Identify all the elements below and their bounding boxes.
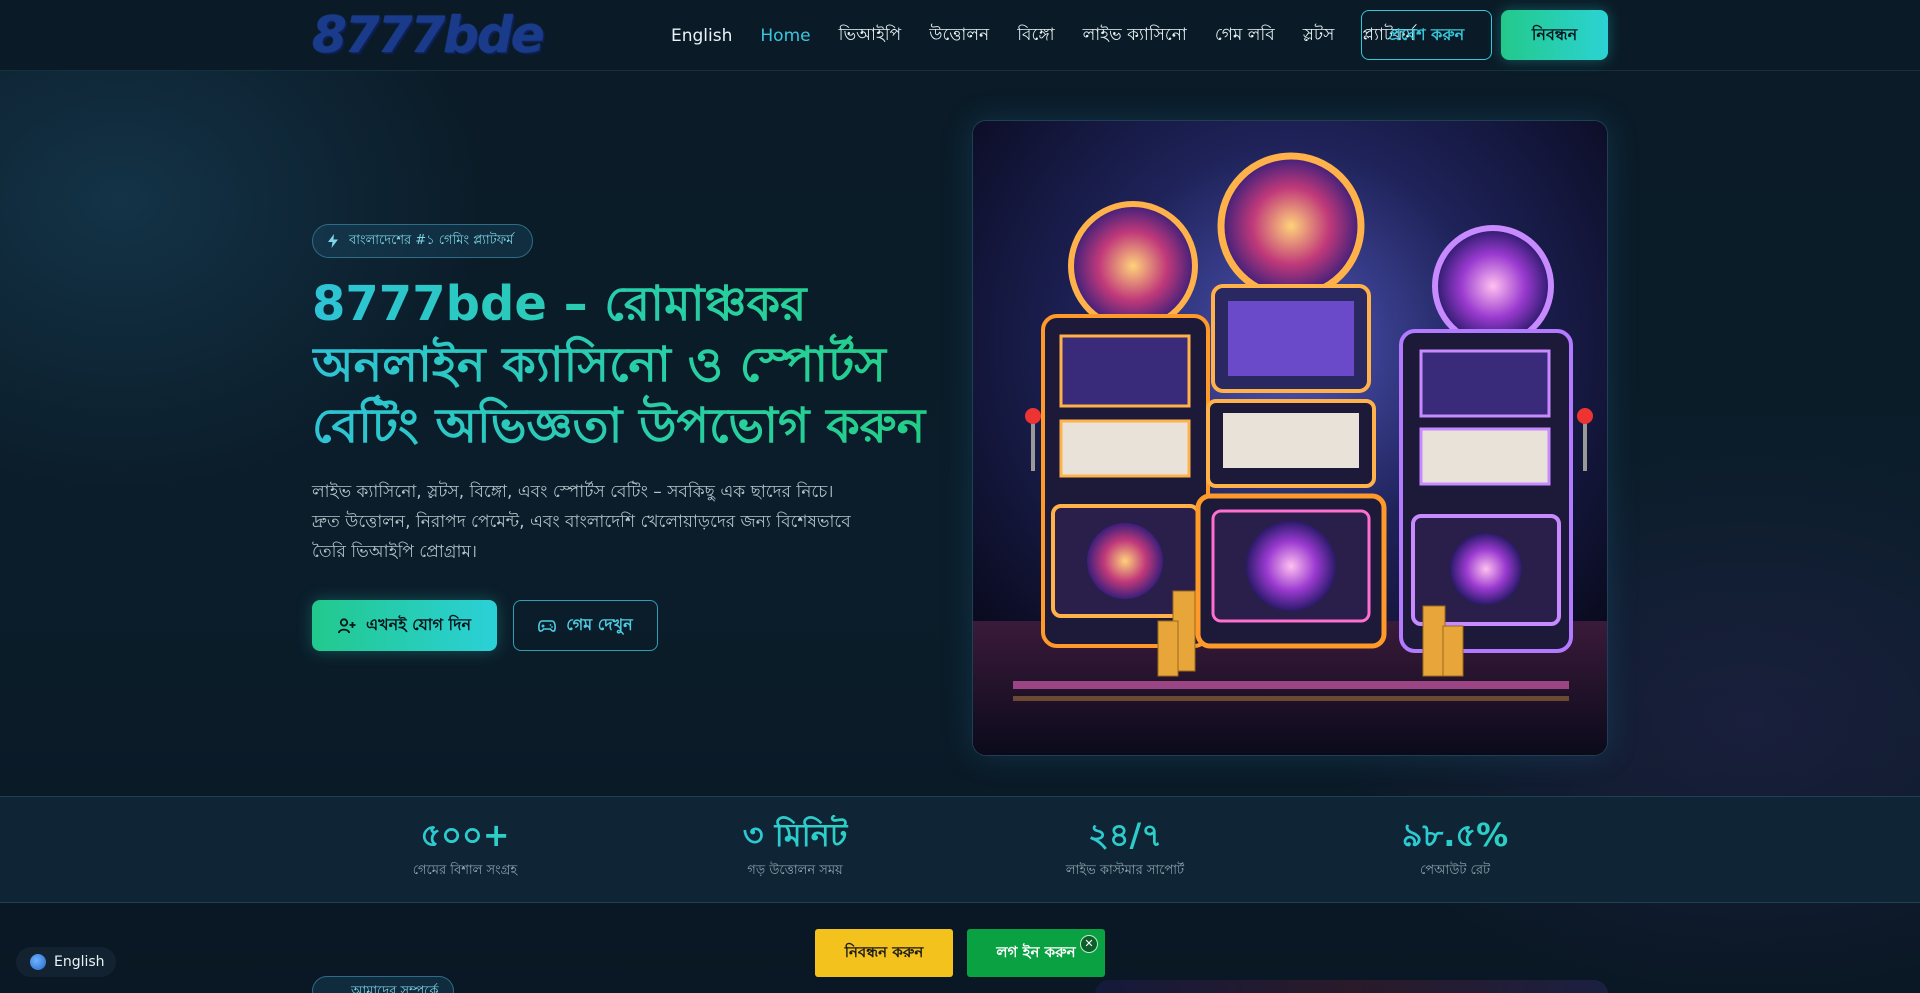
close-icon[interactable]: ✕ [1080,935,1098,953]
nav-item-game-lobby[interactable]: গেম লবি [1215,22,1275,50]
join-now-button[interactable]: এখনই যোগ দিন [312,600,497,651]
join-now-label: এখনই যোগ দিন [365,615,472,634]
nav-item-slots[interactable]: স্লটস [1303,22,1335,50]
bolt-icon [328,234,338,248]
login-button[interactable]: প্রবেশ করুন [1361,10,1492,60]
user-plus-icon [337,617,356,633]
nav-item-english[interactable]: English [671,26,732,46]
stat-value: ৫০০+ [345,815,585,855]
language-label: English [54,954,105,970]
nav-item-vip[interactable]: ভিআইপি [839,22,902,50]
hero-title: 8777bde – রোমাঞ্চকর অনলাইন ক্যাসিনো ও স্… [312,274,952,457]
language-switcher[interactable]: English [16,947,116,977]
hero-slot-machines-image [972,120,1608,756]
stat-label: লাইভ কাস্টমার সাপোর্ট [1065,863,1185,878]
stat-value: ৩ মিনিট [675,815,915,855]
stats-bar: ৫০০+ গেমের বিশাল সংগ্রহ ৩ মিনিট গড় উত্ত… [0,796,1920,903]
gamepad-icon [538,619,557,632]
stat-label: পেআউট রেট [1419,863,1491,878]
stat-support: ২৪/৭ লাইভ কাস্টমার সাপোর্ট [1005,815,1245,882]
stat-payout: ৯৮.৫% পেআউট রেট [1335,815,1575,882]
site-header: 8777bde English Home ভিআইপি উত্তোলন বিঙ্… [0,0,1920,71]
view-games-label: গেম দেখুন [566,615,633,634]
stat-label: গড় উত্তোলন সময় [747,863,843,878]
register-button[interactable]: নিবন্ধন [1501,10,1608,60]
hero-description: লাইভ ক্যাসিনো, স্লটস, বিঙ্গো, এবং স্পোর্… [312,482,851,562]
stat-games: ৫০০+ গেমের বিশাল সংগ্রহ [345,815,585,882]
stat-value: ২৪/৭ [1005,815,1245,855]
about-image-card [1095,980,1608,993]
about-badge: আমাদের সম্পর্কে [312,976,454,993]
hero-badge-text: বাংলাদেশের #১ গেমিং প্ল্যাটফর্ম [349,232,514,248]
stat-value: ৯৮.৫% [1335,815,1575,855]
main-nav: English Home ভিআইপি উত্তোলন বিঙ্গো লাইভ … [671,0,1443,71]
site-logo[interactable]: 8777bde [312,8,545,62]
nav-item-live-casino[interactable]: লাইভ ক্যাসিনো [1083,22,1187,50]
nav-item-withdraw[interactable]: উত্তোলন [929,22,989,50]
sticky-register-button[interactable]: নিবন্ধন করুন [815,929,953,977]
stat-label: গেমের বিশাল সংগ্রহ [412,863,518,878]
globe-icon [30,954,46,970]
stat-withdraw-time: ৩ মিনিট গড় উত্তোলন সময় [675,815,915,882]
nav-item-home[interactable]: Home [760,26,810,46]
nav-item-bingo[interactable]: বিঙ্গো [1017,22,1054,50]
slot-machines-illustration [973,121,1607,755]
hero-badge: বাংলাদেশের #১ গেমিং প্ল্যাটফর্ম [312,224,533,258]
view-games-button[interactable]: গেম দেখুন [513,600,658,651]
